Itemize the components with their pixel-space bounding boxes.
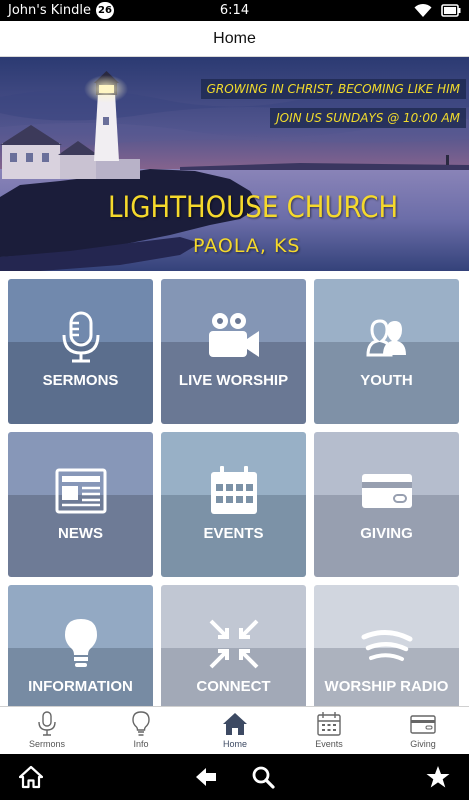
tile-label: INFORMATION xyxy=(28,678,133,695)
tile-label: SERMONS xyxy=(42,372,119,389)
tab-home[interactable]: Home xyxy=(188,707,282,755)
tile-label: YOUTH xyxy=(360,372,413,389)
banner-tagline: GROWING IN CHRIST, BECOMING LIKE HIM xyxy=(200,79,466,99)
spotify-icon xyxy=(361,630,413,661)
page-title: Home xyxy=(213,30,256,47)
microphone-icon xyxy=(38,711,56,736)
arrows-inward-icon xyxy=(209,619,259,669)
bottom-tab-bar: Sermons Info Home Events Giving xyxy=(0,706,469,754)
tile-live-worship[interactable]: LIVE WORSHIP xyxy=(161,279,306,424)
tab-label: Info xyxy=(133,739,149,749)
video-camera-icon xyxy=(209,313,259,357)
people-icon xyxy=(366,319,406,357)
church-name: LIGHTHOUSE CHURCH xyxy=(108,190,399,224)
tile-events[interactable]: EVENTS xyxy=(161,432,306,577)
tile-youth[interactable]: YOUTH xyxy=(314,279,459,424)
tab-label: Events xyxy=(315,739,343,749)
tile-label: CONNECT xyxy=(196,678,271,695)
tile-label: WORSHIP RADIO xyxy=(324,678,449,695)
credit-card-icon xyxy=(410,715,436,734)
tab-label: Home xyxy=(222,739,247,749)
battery-icon xyxy=(441,4,461,17)
tile-giving[interactable]: GIVING xyxy=(314,432,459,577)
hero-banner: GROWING IN CHRIST, BECOMING LIKE HIM JOI… xyxy=(0,57,469,271)
tile-sermons[interactable]: SERMONS xyxy=(8,279,153,424)
tab-events[interactable]: Events xyxy=(282,707,376,755)
tile-label: EVENTS xyxy=(203,525,264,542)
credit-card-icon xyxy=(362,474,412,508)
lightbulb-icon xyxy=(65,619,97,667)
tab-label: Sermons xyxy=(28,739,65,749)
home-icon[interactable] xyxy=(19,765,43,789)
system-nav-bar xyxy=(0,754,469,800)
tab-giving[interactable]: Giving xyxy=(376,707,469,755)
calendar-icon xyxy=(317,712,341,736)
status-bar: John's Kindle 26 6:14 xyxy=(0,0,469,21)
star-icon[interactable] xyxy=(426,765,450,789)
tile-label: GIVING xyxy=(360,525,413,542)
tab-label: Giving xyxy=(410,739,436,749)
tab-info[interactable]: Info xyxy=(94,707,188,755)
search-icon[interactable] xyxy=(251,765,275,789)
church-location: PAOLA, KS xyxy=(193,235,301,257)
lightbulb-icon xyxy=(132,711,150,736)
wifi-icon xyxy=(414,3,432,17)
app-header: Home xyxy=(0,21,469,57)
tab-sermons[interactable]: Sermons xyxy=(0,707,94,755)
tile-label: NEWS xyxy=(58,525,103,542)
banner-service-time: JOIN US SUNDAYS @ 10:00 AM xyxy=(270,108,466,128)
back-arrow-icon[interactable] xyxy=(194,765,218,789)
microphone-icon xyxy=(62,311,100,363)
calendar-icon xyxy=(211,466,257,514)
tile-news[interactable]: NEWS xyxy=(8,432,153,577)
home-icon xyxy=(223,713,247,735)
tile-label: LIVE WORSHIP xyxy=(178,372,289,389)
status-time: 6:14 xyxy=(219,3,250,18)
newspaper-icon xyxy=(55,468,107,514)
